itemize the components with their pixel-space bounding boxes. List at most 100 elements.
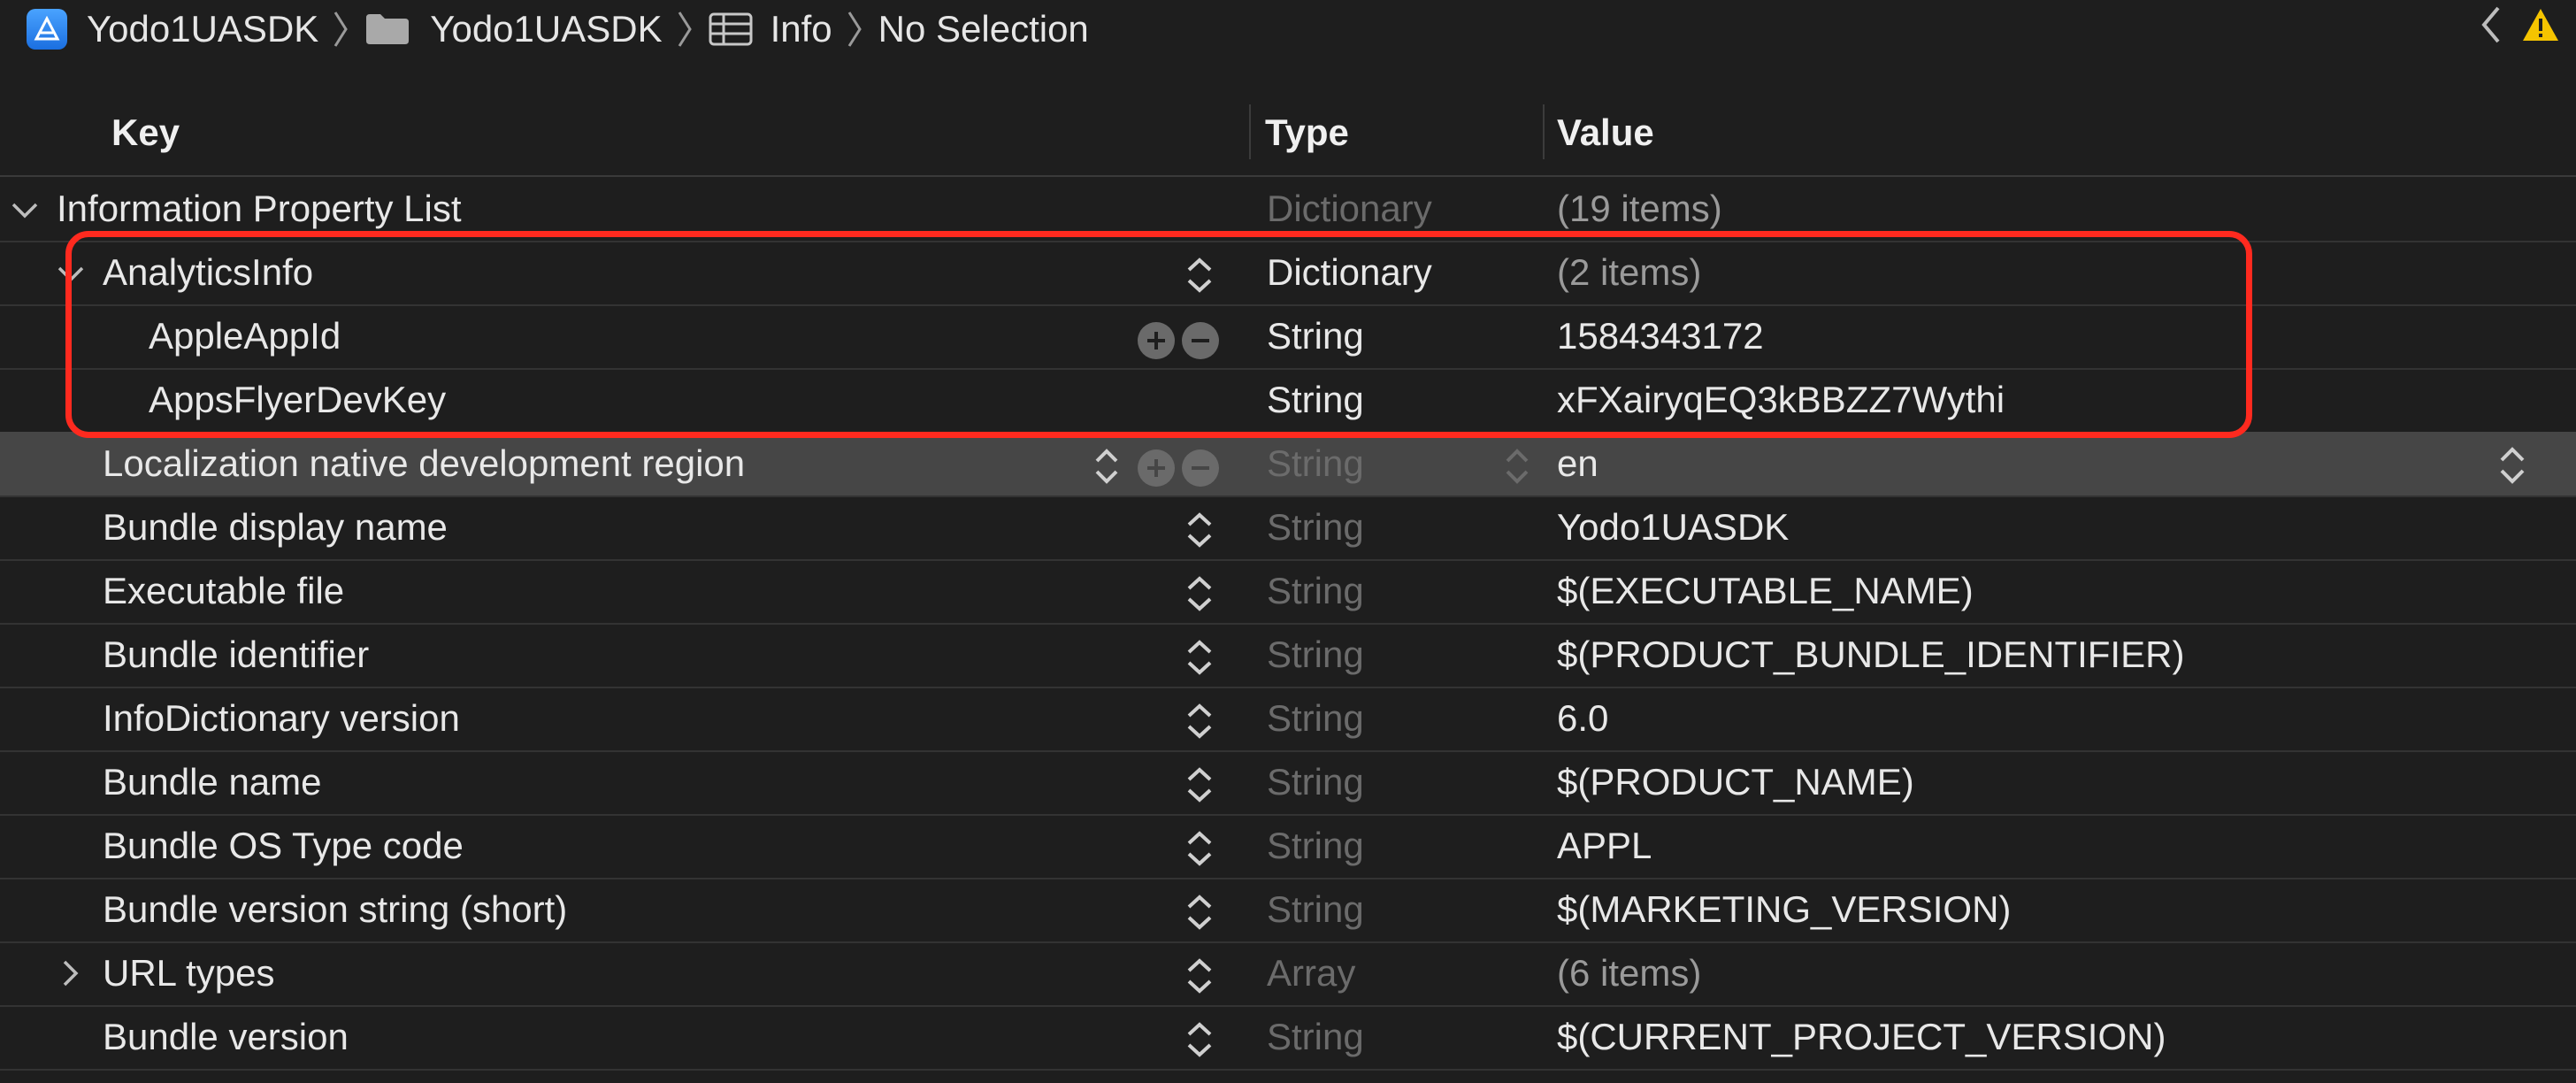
row-key: Bundle OS Type code bbox=[103, 825, 464, 866]
row-type[interactable]: String bbox=[1267, 634, 1364, 676]
column-type[interactable]: Type bbox=[1265, 111, 1349, 154]
chevron-right-icon bbox=[333, 10, 349, 49]
column-divider[interactable] bbox=[1543, 104, 1545, 159]
column-key[interactable]: Key bbox=[111, 111, 180, 154]
row-add-remove bbox=[1138, 322, 1219, 359]
table-row[interactable]: Bundle version String $(CURRENT_PROJECT_… bbox=[0, 1005, 2576, 1071]
row-type[interactable]: Dictionary bbox=[1267, 251, 1432, 294]
row-type[interactable]: String bbox=[1267, 315, 1364, 357]
row-key: Bundle identifier bbox=[103, 634, 370, 675]
row-type[interactable]: String bbox=[1267, 379, 1364, 421]
table-row[interactable]: Bundle display name String Yodo1UASDK bbox=[0, 495, 2576, 561]
row-value[interactable]: APPL bbox=[1557, 825, 1652, 867]
stepper-icon[interactable] bbox=[1182, 255, 1217, 296]
value-stepper-icon[interactable] bbox=[2495, 444, 2530, 487]
row-key: Information Property List bbox=[57, 188, 462, 229]
row-type[interactable]: String bbox=[1267, 506, 1364, 549]
stepper-icon[interactable] bbox=[1182, 828, 1217, 869]
row-type[interactable]: String bbox=[1267, 697, 1364, 740]
remove-icon[interactable] bbox=[1182, 449, 1219, 487]
table-row[interactable]: Bundle identifier String $(PRODUCT_BUNDL… bbox=[0, 623, 2576, 688]
stepper-icon[interactable] bbox=[1182, 701, 1217, 741]
type-stepper-icon[interactable] bbox=[1502, 446, 1532, 487]
table-row[interactable]: URL types Array (6 items) bbox=[0, 941, 2576, 1007]
table-row[interactable]: Information Property List Dictionary (19… bbox=[0, 177, 2576, 242]
table-row[interactable]: AppleAppId String 1584343172 bbox=[0, 304, 2576, 370]
row-key: Bundle name bbox=[103, 761, 322, 803]
row-key: AnalyticsInfo bbox=[103, 251, 314, 293]
table-row[interactable]: Bundle OS Type code String APPL bbox=[0, 814, 2576, 879]
row-value[interactable]: $(PRODUCT_NAME) bbox=[1557, 761, 1914, 803]
row-key: AppleAppId bbox=[149, 315, 341, 357]
breadcrumb-project-label: Yodo1UASDK bbox=[87, 8, 319, 50]
row-value[interactable]: 6.0 bbox=[1557, 697, 1608, 740]
add-icon[interactable] bbox=[1138, 322, 1175, 359]
row-value[interactable]: $(EXECUTABLE_NAME) bbox=[1557, 570, 1974, 612]
stepper-icon[interactable] bbox=[1182, 764, 1217, 805]
row-type[interactable]: Array bbox=[1267, 952, 1355, 995]
back-icon[interactable] bbox=[2479, 5, 2502, 53]
breadcrumb-file[interactable]: Info bbox=[709, 8, 832, 50]
row-key: URL types bbox=[103, 952, 275, 994]
table-row-selected[interactable]: Localization native development region S… bbox=[0, 432, 2576, 497]
breadcrumb-selection[interactable]: No Selection bbox=[878, 8, 1089, 50]
folder-icon bbox=[364, 12, 410, 46]
table-row[interactable]: InfoDictionary version String 6.0 bbox=[0, 687, 2576, 752]
table-row[interactable]: Bundle name String $(PRODUCT_NAME) bbox=[0, 750, 2576, 816]
stepper-icon[interactable] bbox=[1182, 1019, 1217, 1060]
row-type: Dictionary bbox=[1267, 188, 1432, 229]
row-value[interactable]: Yodo1UASDK bbox=[1557, 506, 1789, 549]
stepper-icon[interactable] bbox=[1182, 956, 1217, 996]
table-row[interactable]: AnalyticsInfo Dictionary (2 items) bbox=[0, 241, 2576, 306]
column-divider[interactable] bbox=[1249, 104, 1251, 159]
xcode-project-icon bbox=[27, 9, 67, 50]
row-key: Executable file bbox=[103, 570, 345, 611]
row-key: Localization native development region bbox=[103, 442, 746, 484]
row-key: Bundle display name bbox=[103, 506, 448, 548]
column-value[interactable]: Value bbox=[1557, 111, 1654, 154]
chevron-right-icon bbox=[677, 10, 693, 49]
row-key: Bundle version bbox=[103, 1016, 349, 1057]
breadcrumb-folder-label: Yodo1UASDK bbox=[430, 8, 663, 50]
row-type[interactable]: String bbox=[1267, 761, 1364, 803]
stepper-icon[interactable] bbox=[1092, 446, 1122, 487]
row-type[interactable]: String bbox=[1267, 888, 1364, 931]
row-value: (6 items) bbox=[1557, 952, 1702, 994]
row-type[interactable]: String bbox=[1267, 825, 1364, 867]
remove-icon[interactable] bbox=[1182, 322, 1219, 359]
row-value[interactable]: $(PRODUCT_BUNDLE_IDENTIFIER) bbox=[1557, 634, 2184, 676]
plist-icon bbox=[709, 12, 753, 46]
row-key: InfoDictionary version bbox=[103, 697, 460, 739]
disclosure-expanded-icon[interactable] bbox=[11, 202, 39, 219]
table-row[interactable]: Bundle version string (short) String $(M… bbox=[0, 878, 2576, 943]
jump-bar-controls bbox=[2479, 0, 2560, 58]
row-key: AppsFlyerDevKey bbox=[149, 379, 447, 420]
table-row[interactable]: Executable file String $(EXECUTABLE_NAME… bbox=[0, 559, 2576, 625]
row-type[interactable]: String bbox=[1267, 442, 1364, 485]
jump-bar: Yodo1UASDK Yodo1UASDK Info No Selection bbox=[0, 0, 2576, 58]
row-value[interactable]: en bbox=[1557, 442, 1598, 485]
disclosure-expanded-icon[interactable] bbox=[57, 265, 85, 283]
stepper-icon[interactable] bbox=[1182, 637, 1217, 678]
row-value[interactable]: $(MARKETING_VERSION) bbox=[1557, 888, 2011, 931]
stepper-icon[interactable] bbox=[1182, 510, 1217, 550]
breadcrumb-folder[interactable]: Yodo1UASDK bbox=[364, 8, 663, 50]
row-add-remove bbox=[1138, 449, 1219, 487]
breadcrumb-selection-label: No Selection bbox=[878, 8, 1089, 50]
table-row[interactable]: AppsFlyerDevKey String xFXairyqEQ3kBBZZ7… bbox=[0, 368, 2576, 434]
stepper-icon[interactable] bbox=[1182, 892, 1217, 933]
row-value[interactable]: $(CURRENT_PROJECT_VERSION) bbox=[1557, 1016, 2166, 1058]
warning-icon[interactable] bbox=[2521, 7, 2560, 51]
row-value[interactable]: 1584343172 bbox=[1557, 315, 1764, 357]
row-value: (2 items) bbox=[1557, 251, 1702, 293]
stepper-icon[interactable] bbox=[1182, 573, 1217, 614]
column-header: Key Type Value bbox=[0, 88, 2576, 177]
row-value[interactable]: xFXairyqEQ3kBBZZ7Wythi bbox=[1557, 379, 2005, 421]
disclosure-collapsed-icon[interactable] bbox=[62, 959, 80, 987]
row-key: Bundle version string (short) bbox=[103, 888, 568, 930]
row-type[interactable]: String bbox=[1267, 570, 1364, 612]
add-icon[interactable] bbox=[1138, 449, 1175, 487]
row-type[interactable]: String bbox=[1267, 1016, 1364, 1058]
plist-editor: Yodo1UASDK Yodo1UASDK Info No Selection bbox=[0, 0, 2576, 1083]
breadcrumb-project[interactable]: Yodo1UASDK bbox=[0, 8, 318, 50]
